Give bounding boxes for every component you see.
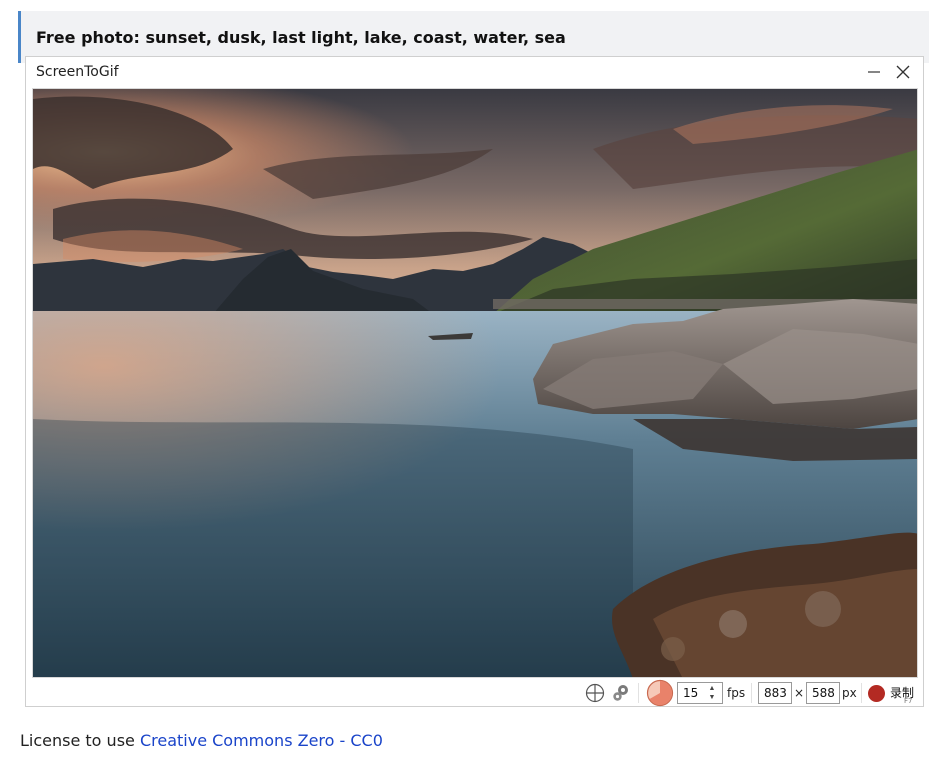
spin-down-icon[interactable]: ▼ <box>709 693 716 702</box>
minimize-button[interactable] <box>861 60 887 84</box>
record-button[interactable]: 录制 F7 <box>868 681 920 705</box>
close-button[interactable] <box>890 60 916 84</box>
license-line: License to use Creative Commons Zero - C… <box>20 731 383 750</box>
snap-to-window-button[interactable] <box>584 682 606 704</box>
minimize-icon <box>868 71 880 73</box>
window-title: ScreenToGif <box>36 64 119 80</box>
toolbar-separator <box>861 683 862 703</box>
page-title: Free photo: sunset, dusk, last light, la… <box>36 28 566 47</box>
record-hotkey: F7 <box>904 697 913 705</box>
toolbar-separator <box>751 683 752 703</box>
recorder-toolbar: 15 ▲ ▼ fps 883 × 588 px 录制 F7 <box>26 679 923 707</box>
crosshair-icon <box>585 683 605 703</box>
times-symbol: × <box>794 686 805 700</box>
fps-spinner[interactable]: ▲ ▼ <box>705 682 719 704</box>
toolbar-separator <box>638 683 639 703</box>
pie-timer-icon <box>646 679 674 707</box>
gear-icon <box>613 685 628 701</box>
options-button[interactable] <box>610 682 632 704</box>
license-link[interactable]: Creative Commons Zero - CC0 <box>140 731 383 750</box>
license-prefix: License to use <box>20 731 140 750</box>
width-input[interactable]: 883 <box>758 682 792 704</box>
fps-label: fps <box>727 686 746 700</box>
close-icon <box>896 65 910 79</box>
unit-label: px <box>842 686 857 700</box>
capture-area-photo <box>32 88 918 678</box>
framerate-mode-button[interactable] <box>646 679 674 707</box>
screentogif-window[interactable]: ScreenToGif 15 ▲ ▼ fps 883 × 588 px 录制 F… <box>25 56 924 707</box>
spin-up-icon[interactable]: ▲ <box>709 684 716 693</box>
height-input[interactable]: 588 <box>806 682 840 704</box>
record-icon <box>868 685 885 702</box>
